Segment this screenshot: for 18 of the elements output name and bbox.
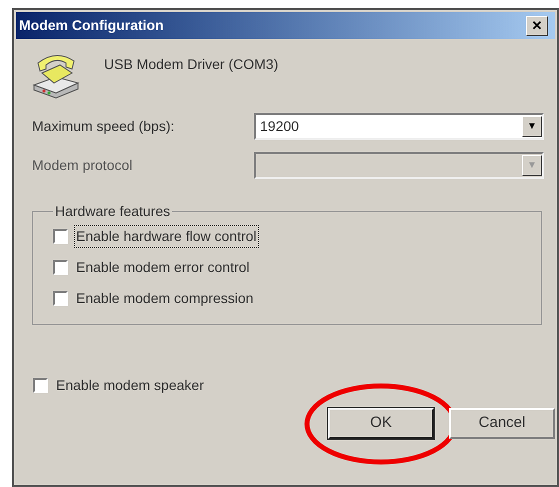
window-title: Modem Configuration [19,16,164,35]
checkbox-label[interactable]: Enable hardware flow control [75,226,258,247]
checkbox[interactable] [53,260,68,275]
checkbox[interactable] [33,378,48,393]
dialog-button[interactable]: OK [328,408,434,439]
device-name: USB Modem Driver (COM3) [104,54,278,74]
dropdown-arrow-button[interactable]: ▼ [522,116,542,137]
dropdown-field[interactable]: 19200 ▼ [254,113,544,140]
checkbox[interactable] [53,291,68,306]
field-label: Maximum speed (bps): [32,117,176,136]
close-button[interactable]: ✕ [526,16,548,36]
checkbox[interactable] [53,229,68,244]
checkbox-label[interactable]: Enable modem error control [75,257,251,278]
field-label: Modem protocol [32,156,134,175]
checkbox-label[interactable]: Enable modem speaker [56,375,204,396]
checkbox-label[interactable]: Enable modem compression [75,288,254,309]
group-title: Hardware features [54,202,172,221]
dialog-button[interactable]: Cancel [449,408,555,439]
